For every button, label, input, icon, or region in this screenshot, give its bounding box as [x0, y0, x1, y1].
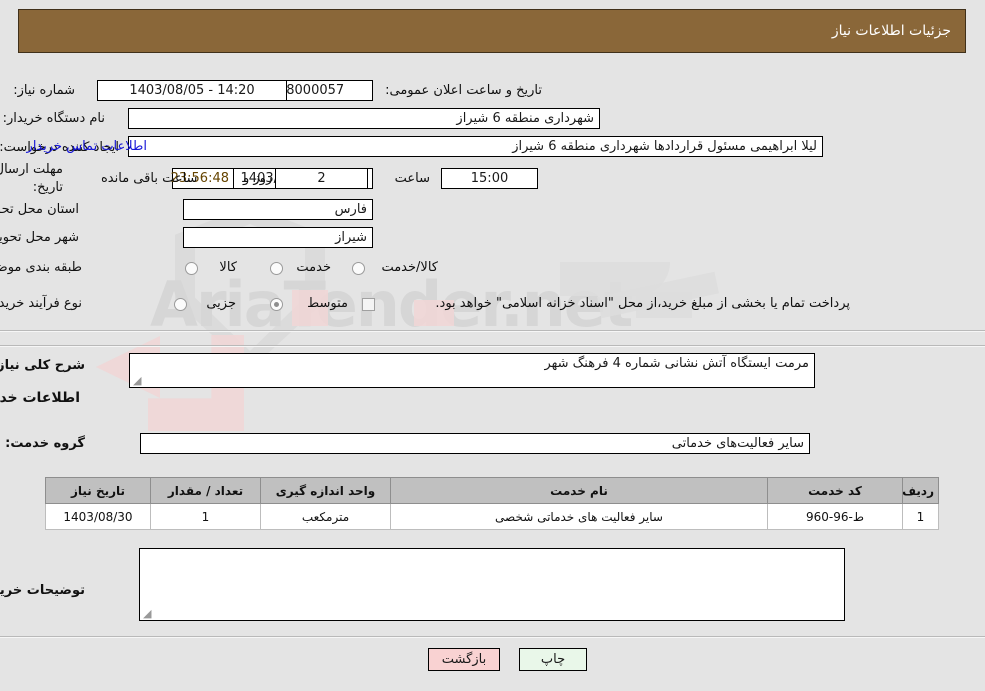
classification-label: طبقه بندی موضوعی: — [0, 260, 82, 275]
treasury-checkbox[interactable] — [362, 298, 375, 311]
cell-row: 1 — [902, 503, 939, 530]
table-row: 1 ط-96-960 سایر فعالیت های خدماتی شخصی م… — [45, 503, 939, 530]
th-unit: واحد اندازه گیری — [260, 477, 391, 504]
buyer-org-value: شهرداری منطقه 6 شیراز — [128, 108, 600, 129]
page-root: AriaTender.net جزئیات اطلاعات نیاز شماره… — [0, 0, 985, 691]
service-group-label: گروه خدمت: — [5, 436, 85, 451]
th-service-name: نام خدمت — [390, 477, 768, 504]
radio-label-khedmat: خدمت — [296, 260, 331, 275]
buyer-org-label: نام دستگاه خریدار: — [2, 111, 105, 126]
cell-service-name: سایر فعالیت های خدماتی شخصی — [390, 503, 768, 530]
cell-service-code: ط-96-960 — [767, 503, 903, 530]
buyer-notes-textarea[interactable]: ◣ — [139, 548, 845, 621]
cell-unit: مترمکعب — [260, 503, 391, 530]
public-announce-value: 14:20 - 1403/08/05 — [97, 80, 287, 101]
back-button[interactable]: بازگشت — [428, 648, 500, 671]
radio-classification-khedmat[interactable] — [270, 262, 283, 275]
radio-classification-kala[interactable] — [185, 262, 198, 275]
th-need-date: تاریخ نیاز — [45, 477, 151, 504]
page-title: جزئیات اطلاعات نیاز — [18, 9, 966, 53]
description-value: مرمت ایستگاه آتش نشانی شماره 4 فرهنگ شهر — [544, 356, 809, 371]
watermark-blob-a — [560, 262, 670, 296]
radio-classification-kala-khedmat[interactable] — [352, 262, 365, 275]
radio-label-kala-khedmat: کالا/خدمت — [381, 260, 438, 275]
description-label: شرح کلی نیاز: — [0, 358, 85, 373]
cell-quantity: 1 — [150, 503, 261, 530]
city-value: شیراز — [183, 227, 373, 248]
service-group-value: سایر فعالیت‌های خدماتی — [140, 433, 810, 454]
resize-grip-icon-notes[interactable]: ◣ — [143, 607, 153, 620]
services-section-heading: اطلاعات خدمات مورد نیاز — [0, 390, 80, 406]
requester-value: لیلا ابراهیمی مسئول قراردادها شهرداری من… — [128, 136, 823, 157]
buyer-notes-label: توضیحات خریدار: — [0, 583, 85, 598]
radio-purchase-jozi[interactable] — [174, 298, 187, 311]
public-announce-label: تاریخ و ساعت اعلان عمومی: — [385, 83, 542, 98]
resize-grip-icon[interactable]: ◣ — [133, 374, 143, 387]
days-label: روز و — [243, 171, 273, 186]
days-count-value: 2 — [275, 168, 368, 189]
radio-label-kala: کالا — [219, 260, 237, 275]
th-quantity: تعداد / مقدار — [150, 477, 261, 504]
deadline-label-line1: مهلت ارسال پاسخ: تا — [0, 162, 63, 177]
table-header-row: ردیف کد خدمت نام خدمت واحد اندازه گیری ت… — [45, 477, 939, 504]
radio-label-motavaset: متوسط — [307, 296, 348, 311]
deadline-time-value: 15:00 — [441, 168, 538, 189]
divider-top — [0, 330, 985, 332]
items-table: ردیف کد خدمت نام خدمت واحد اندازه گیری ت… — [45, 477, 939, 530]
treasury-note-label: پرداخت تمام یا بخشی از مبلغ خرید،از محل … — [435, 296, 850, 311]
purchase-type-label: نوع فرآیند خرید : — [0, 296, 82, 311]
province-value: فارس — [183, 199, 373, 220]
city-label: شهر محل تحویل: — [0, 230, 79, 245]
print-button[interactable]: چاپ — [519, 648, 587, 671]
hour-label: ساعت — [394, 171, 430, 186]
th-row: ردیف — [902, 477, 939, 504]
watermark-blob-b — [597, 271, 719, 319]
deadline-label-line2: تاریخ: — [32, 180, 63, 195]
province-label: استان محل تحویل: — [0, 202, 79, 217]
divider-bottom — [0, 636, 985, 638]
radio-purchase-motavaset[interactable] — [270, 298, 283, 311]
description-textarea[interactable]: مرمت ایستگاه آتش نشانی شماره 4 فرهنگ شهر… — [129, 353, 815, 388]
cell-need-date: 1403/08/30 — [45, 503, 151, 530]
remaining-label: ساعت باقی مانده — [101, 171, 198, 186]
th-service-code: کد خدمت — [767, 477, 903, 504]
divider-second — [0, 345, 985, 347]
radio-label-jozi: جزیی — [206, 296, 236, 311]
need-number-label: شماره نیاز: — [13, 83, 75, 98]
page-title-text: جزئیات اطلاعات نیاز — [831, 23, 951, 39]
